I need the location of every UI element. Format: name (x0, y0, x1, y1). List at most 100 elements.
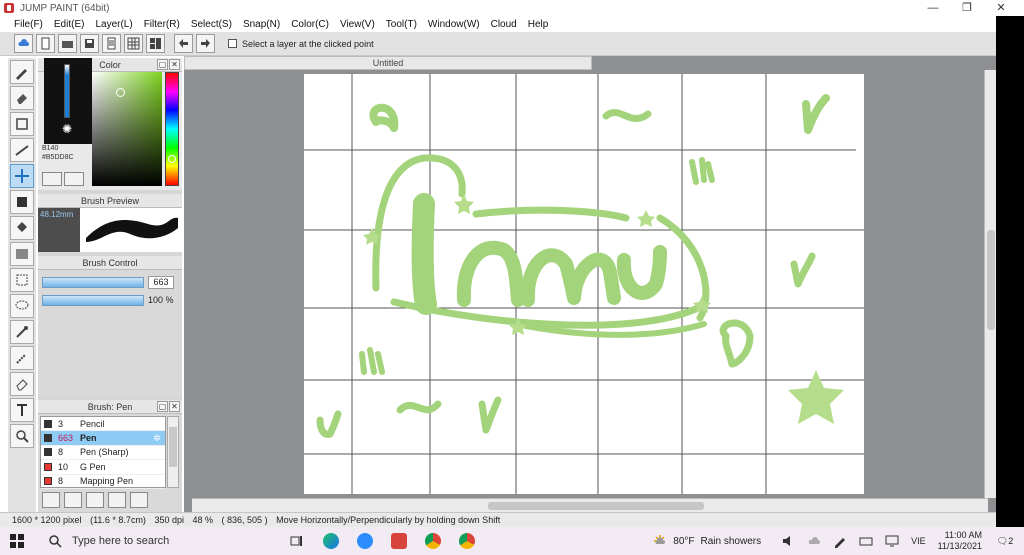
shape-tool[interactable] (10, 112, 34, 136)
line-tool[interactable] (10, 138, 34, 162)
restore-button[interactable]: ❐ (950, 0, 984, 16)
bucket-tool[interactable] (10, 216, 34, 240)
menu-help[interactable]: Help (528, 19, 549, 30)
magic-wand-tool[interactable] (10, 320, 34, 344)
layer-property-button[interactable] (102, 34, 121, 53)
rect-select-tool[interactable] (10, 268, 34, 292)
opacity-slider[interactable] (42, 294, 144, 306)
select-eraser-tool[interactable] (10, 372, 34, 396)
document-icon (107, 37, 116, 50)
volume-icon[interactable] (781, 534, 795, 548)
panel-detach-icon[interactable]: ▢ (157, 401, 168, 412)
open-button[interactable] (58, 34, 77, 53)
menu-file[interactable]: File(F) (14, 19, 43, 30)
grid-button[interactable] (124, 34, 143, 53)
brush-list-scrollbar[interactable] (167, 416, 179, 488)
sv-cursor[interactable] (116, 88, 125, 97)
menu-filter[interactable]: Filter(R) (144, 19, 180, 30)
zoom-tool[interactable] (10, 424, 34, 448)
color-panel-title: Color (99, 60, 121, 70)
saturation-value-picker[interactable] (92, 72, 162, 186)
start-button[interactable] (0, 527, 34, 555)
brush-property-button[interactable] (108, 492, 126, 508)
taskbar-app-chrome-1[interactable] (416, 527, 450, 555)
redo-button[interactable] (196, 34, 215, 53)
gear-icon[interactable]: ✲ (153, 433, 165, 444)
cloud-status-icon[interactable] (807, 534, 821, 548)
value-slider[interactable] (64, 64, 70, 118)
brush-menu-button[interactable] (86, 492, 104, 508)
input-language[interactable]: VIE (911, 536, 926, 546)
color-mode-button[interactable] (42, 172, 62, 186)
undo-button[interactable] (174, 34, 193, 53)
text-tool[interactable] (10, 398, 34, 422)
lasso-tool[interactable] (10, 294, 34, 318)
upload-brush-button[interactable] (42, 492, 60, 508)
fill-rect-tool[interactable] (10, 190, 34, 214)
hue-slider[interactable] (165, 72, 179, 186)
horizontal-scrollbar[interactable] (192, 498, 988, 512)
move-tool[interactable] (10, 164, 34, 188)
menu-window[interactable]: Window(W) (428, 19, 480, 30)
select-pen-tool[interactable] (10, 346, 34, 370)
notification-center-button[interactable]: 🗨2 (994, 536, 1016, 547)
keyboard-icon[interactable] (859, 534, 873, 548)
status-zoom: 48 % (192, 515, 214, 525)
list-item[interactable]: 3 Pencil (41, 417, 165, 432)
task-view-button[interactable] (280, 527, 314, 555)
size-slider[interactable] (42, 276, 144, 288)
document-tab[interactable]: Untitled (184, 56, 592, 70)
save-button[interactable] (80, 34, 99, 53)
value-slider-popup[interactable]: ✺ (44, 58, 92, 144)
menu-select[interactable]: Select(S) (191, 19, 232, 30)
cloud-sync-button[interactable] (14, 34, 33, 53)
menu-tool[interactable]: Tool(T) (386, 19, 417, 30)
panel-detach-icon[interactable]: ▢ (157, 59, 168, 70)
taskbar-app-chrome-2[interactable] (450, 527, 484, 555)
select-layer-checkbox[interactable]: Select a layer at the clicked point (228, 39, 374, 49)
vertical-scrollbar[interactable] (984, 70, 996, 498)
list-item[interactable]: 8 Mapping Pen (41, 475, 165, 489)
color-history-button[interactable] (64, 172, 84, 186)
pen-icon[interactable] (833, 534, 847, 548)
weather-widget[interactable]: 80°F Rain showers (653, 534, 767, 548)
weather-text: Rain showers (700, 535, 762, 547)
size-value-input[interactable]: 663 (148, 275, 174, 289)
menu-snap[interactable]: Snap(N) (243, 19, 280, 30)
menu-layer[interactable]: Layer(L) (95, 19, 132, 30)
network-icon[interactable] (885, 534, 899, 548)
new-canvas-button[interactable] (36, 34, 55, 53)
drawing-canvas[interactable] (304, 74, 864, 494)
taskbar-app-edge[interactable] (314, 527, 348, 555)
list-item[interactable]: 663 Pen ✲ (41, 431, 165, 446)
taskbar-app-paint[interactable] (382, 527, 416, 555)
minimize-button[interactable]: — (916, 0, 950, 16)
scroll-thumb[interactable] (169, 427, 177, 467)
scroll-thumb[interactable] (987, 230, 995, 330)
checkbox-box[interactable] (228, 39, 237, 48)
gradient-tool[interactable] (10, 242, 34, 266)
menu-view[interactable]: View(V) (340, 19, 375, 30)
hue-cursor[interactable] (168, 155, 176, 163)
select-eraser-icon (16, 379, 28, 391)
brush-tool[interactable] (10, 60, 34, 84)
brush-name: Pencil (80, 418, 105, 429)
menu-cloud[interactable]: Cloud (491, 19, 517, 30)
list-item[interactable]: 8 Pen (Sharp) (41, 446, 165, 461)
brush-name: Mapping Pen (80, 476, 134, 487)
brush-preview-header: Brush Preview (38, 194, 182, 208)
taskbar-search[interactable]: Type here to search (34, 527, 280, 555)
panel-close-icon[interactable]: ✕ (169, 401, 180, 412)
layout-button[interactable] (146, 34, 165, 53)
menu-color[interactable]: Color(C) (291, 19, 329, 30)
taskbar-app-zoom[interactable] (348, 527, 382, 555)
taskbar-clock[interactable]: 11:00 AM 11/13/2021 (938, 530, 982, 552)
brush-folder-button[interactable] (130, 492, 148, 508)
new-brush-button[interactable] (64, 492, 82, 508)
eraser-tool[interactable] (10, 86, 34, 110)
scroll-thumb[interactable] (488, 502, 704, 510)
close-button[interactable]: ✕ (984, 0, 1018, 16)
list-item[interactable]: 10 G Pen (41, 460, 165, 475)
menu-edit[interactable]: Edit(E) (54, 19, 85, 30)
panel-close-icon[interactable]: ✕ (169, 59, 180, 70)
